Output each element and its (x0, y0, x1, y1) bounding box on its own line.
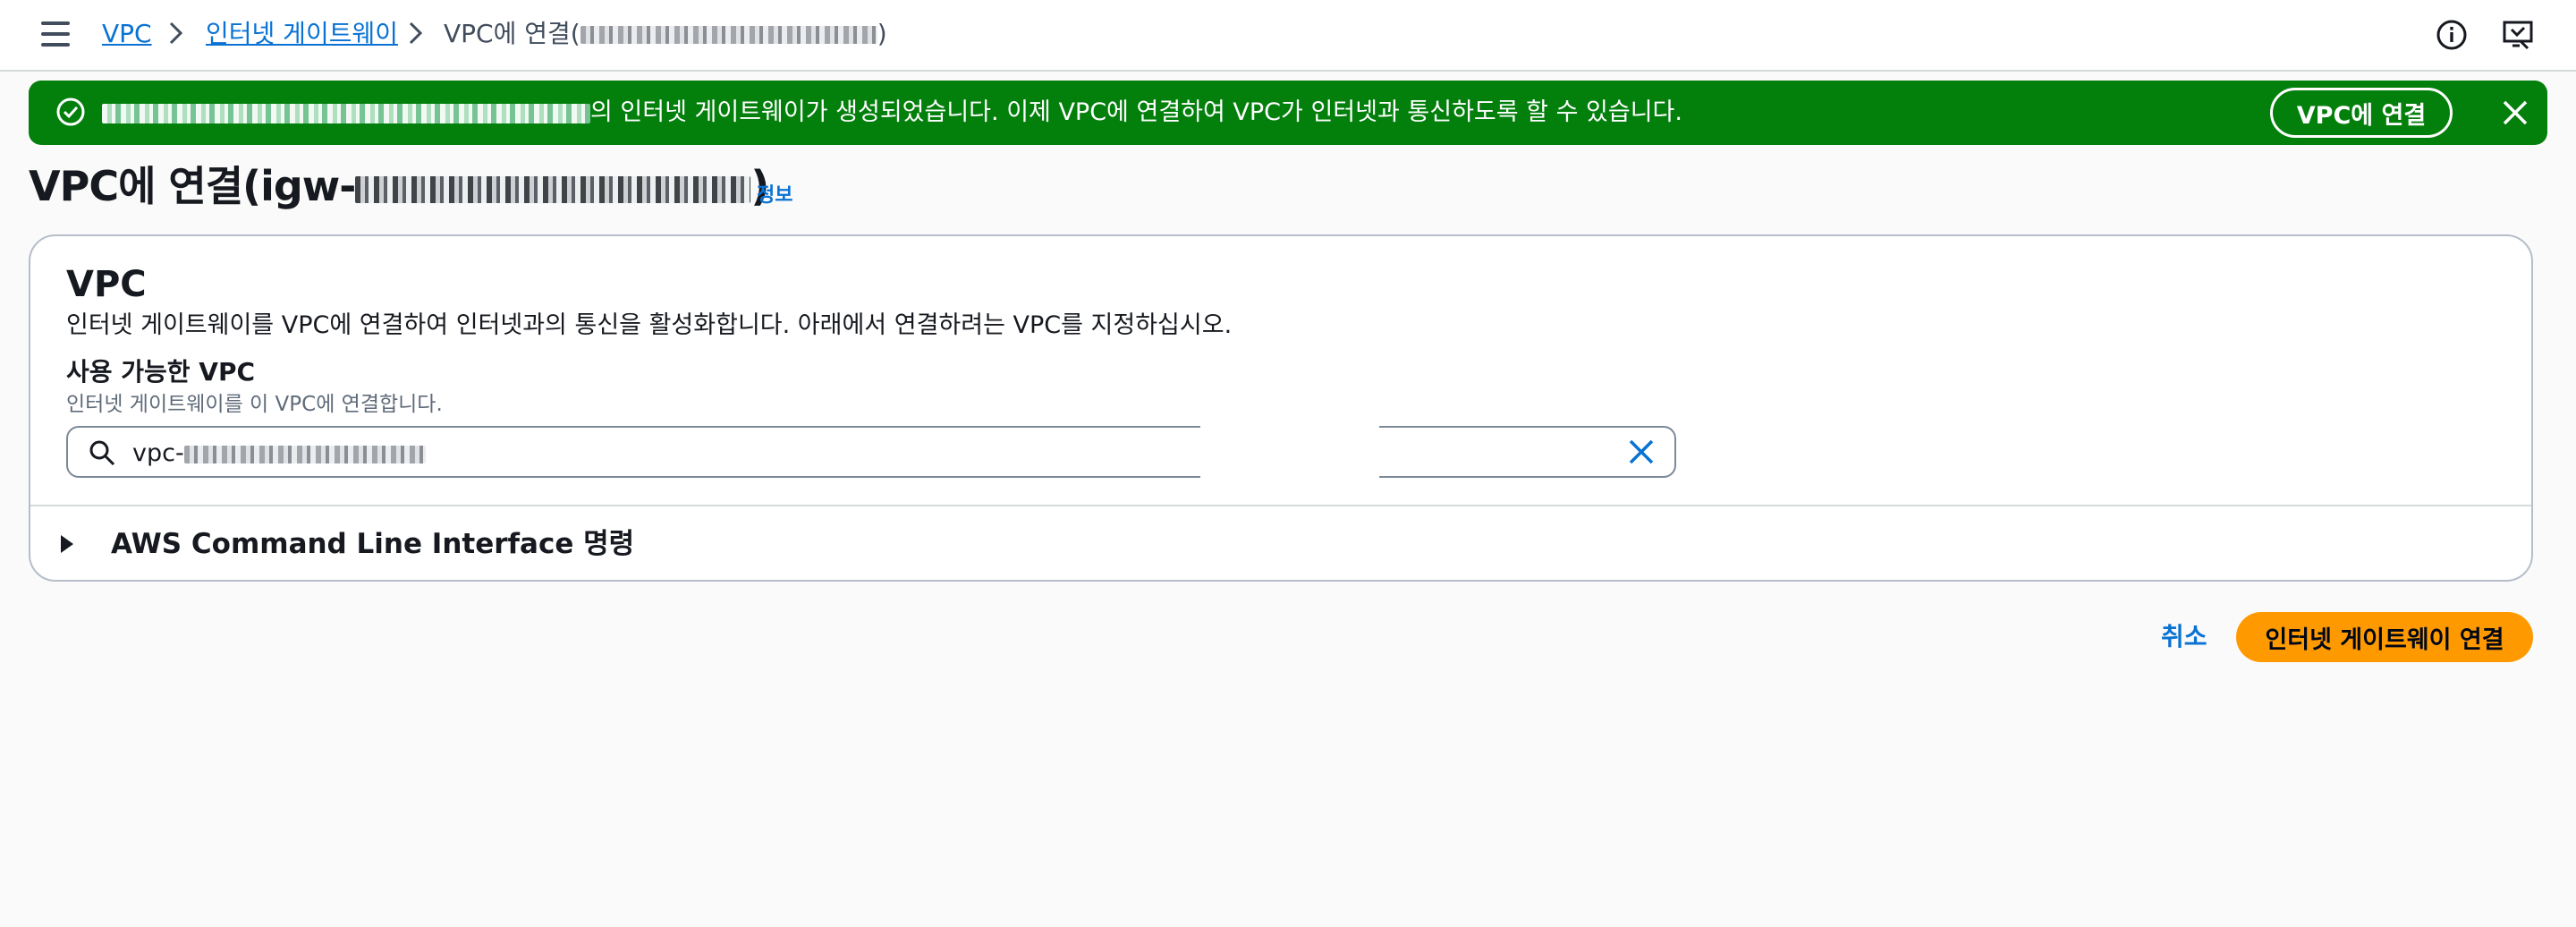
banner-message: 의 인터넷 게이트웨이가 생성되었습니다. 이제 VPC에 연결하여 VPC가 … (102, 95, 1682, 131)
breadcrumb-internet-gateway-link[interactable]: 인터넷 게이트웨이 (206, 16, 398, 52)
breadcrumb-vpc-link[interactable]: VPC (102, 16, 152, 52)
page-title: VPC에 연결(igw-) (29, 162, 769, 210)
success-banner: 의 인터넷 게이트웨이가 생성되었습니다. 이제 VPC에 연결하여 VPC가 … (29, 81, 2547, 145)
redacted-gateway-name (102, 103, 590, 123)
info-link[interactable]: 정보 (757, 179, 792, 208)
attach-internet-gateway-button[interactable]: 인터넷 게이트웨이 연결 (2236, 612, 2533, 662)
info-circle-icon[interactable] (2435, 18, 2469, 52)
chevron-right-icon (168, 21, 184, 45)
available-vpc-label: 사용 가능한 VPC (66, 357, 256, 387)
redacted-gateway-id (355, 175, 751, 203)
hamburger-menu-icon[interactable] (41, 21, 70, 47)
clear-icon[interactable] (1626, 437, 1657, 467)
vpc-container: VPC 인터넷 게이트웨이를 VPC에 연결하여 인터넷과의 통신을 활성화합니… (29, 234, 2533, 582)
section-title: VPC (66, 264, 147, 305)
attach-to-vpc-button[interactable]: VPC에 연결 (2270, 88, 2453, 138)
vpc-search-field[interactable]: vpc- (66, 426, 1676, 478)
caret-right-icon[interactable] (59, 535, 75, 553)
redacted-gateway-id (580, 26, 877, 44)
chevron-right-icon (408, 21, 424, 45)
available-vpc-description: 인터넷 게이트웨이를 이 VPC에 연결합니다. (66, 393, 443, 416)
section-description: 인터넷 게이트웨이를 VPC에 연결하여 인터넷과의 통신을 활성화합니다. 아… (66, 311, 1233, 339)
search-icon (88, 438, 116, 467)
feedback-screen-icon[interactable] (2501, 18, 2535, 52)
close-icon[interactable] (2499, 97, 2531, 129)
section-divider (30, 505, 2531, 506)
cli-commands-expander[interactable]: AWS Command Line Interface 명령 (111, 524, 634, 564)
breadcrumb-current-page: VPC에 연결() (444, 19, 887, 48)
top-navigation-bar: VPC 인터넷 게이트웨이 VPC에 연결() (0, 0, 2576, 72)
dropdown-overlay-gap (1200, 415, 1379, 505)
check-circle-icon (54, 95, 88, 129)
cancel-button[interactable]: 취소 (2161, 619, 2207, 655)
